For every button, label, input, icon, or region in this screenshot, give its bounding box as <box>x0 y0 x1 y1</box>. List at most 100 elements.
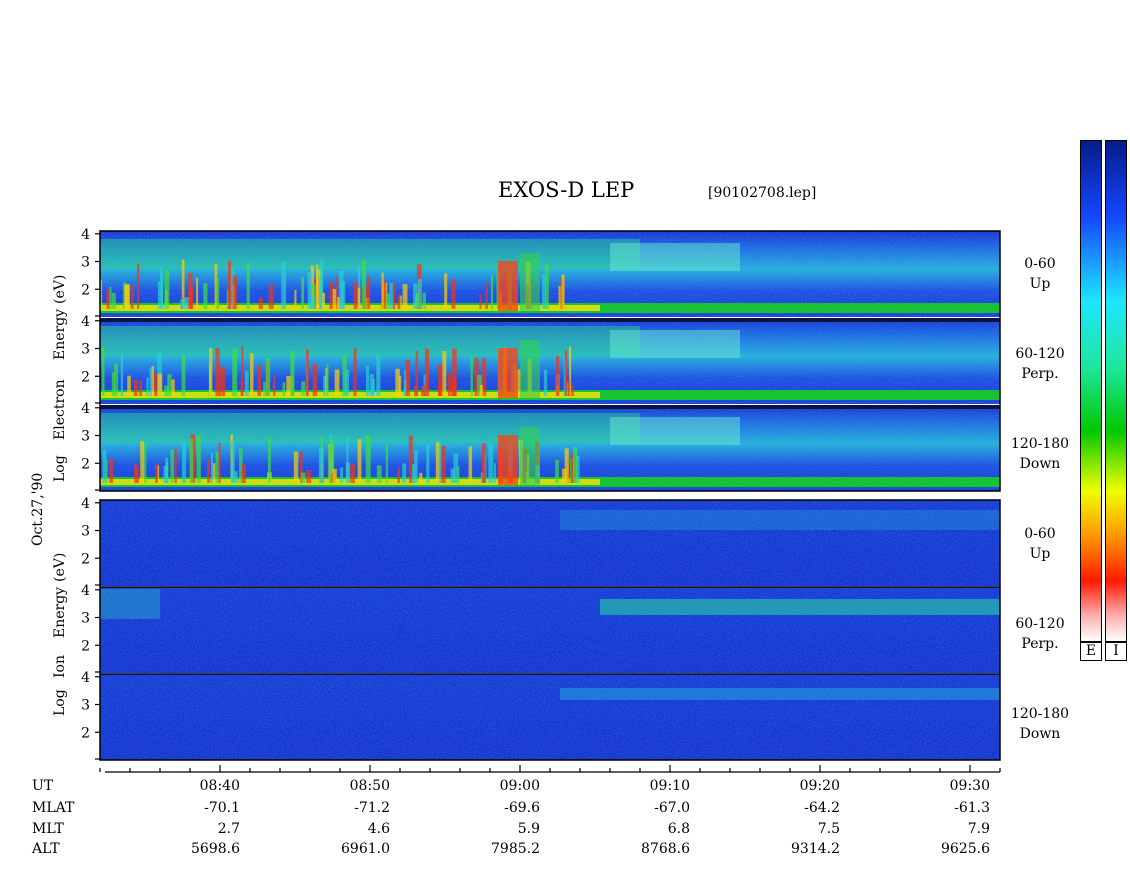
burst-streak <box>442 351 447 396</box>
burst-streak <box>164 270 170 309</box>
burst-0900-green <box>520 253 540 311</box>
burst-streak <box>416 292 419 309</box>
ion-ylabel-unit: (eV) <box>52 552 68 582</box>
row-value-mlat: -67.0 <box>654 800 690 816</box>
row-value-alt: 6961.0 <box>341 841 390 857</box>
burst-streak <box>426 444 430 483</box>
y-tick-label: 3 <box>81 342 90 358</box>
burst-streak <box>332 468 337 483</box>
burst-streak <box>326 364 329 396</box>
row-value-alt: 9625.6 <box>941 841 990 857</box>
electron-ylabel-energy: Energy <box>52 308 68 360</box>
burst-streak <box>210 452 214 483</box>
burst-streak <box>101 346 105 396</box>
colorbar-label-i: I <box>1105 642 1127 661</box>
burst-streak <box>163 465 169 483</box>
burst-streak <box>265 357 271 396</box>
panel-dark-edge <box>100 405 1000 409</box>
burst-streak <box>174 449 177 483</box>
burst-streak <box>140 440 145 483</box>
burst-streak <box>282 382 286 396</box>
burst-streak <box>170 449 175 483</box>
ion-panel-1 <box>100 500 1000 586</box>
burst-streak <box>424 348 430 396</box>
row-label-mlat: MLAT <box>32 800 75 816</box>
burst-streak <box>188 272 193 309</box>
burst-streak <box>556 355 560 396</box>
burst-streak <box>371 378 375 396</box>
y-tick-label: 4 <box>81 314 90 330</box>
burst-streak <box>353 282 359 309</box>
row-value-ut: 08:40 <box>199 778 240 794</box>
burst-streak <box>421 385 426 396</box>
row-value-mlt: 5.9 <box>517 821 540 837</box>
burst-streak <box>345 462 350 483</box>
burst-streak <box>149 367 152 396</box>
burst-streak <box>414 450 418 483</box>
row-label-alt: ALT <box>32 841 60 857</box>
y-tick-label: 4 <box>81 401 90 417</box>
burst-0900-green <box>520 340 540 398</box>
burst-streak <box>244 370 249 396</box>
burst-streak <box>344 369 350 396</box>
y-tick-label: 4 <box>81 670 90 686</box>
burst-streak <box>376 465 382 483</box>
burst-streak <box>124 284 130 309</box>
burst-streak <box>196 435 201 483</box>
burst-streak <box>376 355 381 396</box>
ion-band-left <box>100 589 160 619</box>
burst-streak <box>154 372 158 396</box>
panel-dark-edge <box>100 318 1000 322</box>
ion-panel1-pitch: 0-60 Up <box>1024 526 1056 562</box>
electron-panel-3 <box>100 405 1000 491</box>
burst-streak <box>457 466 460 483</box>
burst-streak <box>139 380 143 396</box>
row-value-mlt: 7.9 <box>967 821 990 837</box>
burst-streak <box>109 459 113 483</box>
burst-streak <box>350 464 355 483</box>
burst-streak <box>367 276 371 309</box>
burst-streak <box>405 359 411 396</box>
burst-streak <box>479 385 483 396</box>
electron-ylabel-electron: Electron <box>52 379 68 440</box>
y-tick-label: 4 <box>81 583 90 599</box>
electron-colorbar <box>1080 140 1102 642</box>
burst-streak <box>219 366 222 396</box>
burst-streak <box>151 366 155 396</box>
y-tick-label: 2 <box>81 282 90 298</box>
burst-streak <box>415 351 419 396</box>
burst-streak <box>485 282 488 309</box>
burst-streak <box>322 292 326 309</box>
burst-streak <box>438 364 443 396</box>
ion-band <box>600 599 1000 615</box>
row-value-mlt: 4.6 <box>367 821 390 837</box>
burst-streak <box>332 288 337 309</box>
row-value-mlat: -70.1 <box>204 800 240 816</box>
row-value-ut: 08:50 <box>349 778 390 794</box>
burst-streak <box>419 472 423 483</box>
burst-streak <box>357 439 362 483</box>
burst-streak <box>215 348 220 396</box>
burst-streak <box>216 278 220 309</box>
burst-streak <box>207 458 211 483</box>
burst-streak <box>381 272 384 309</box>
burst-streak <box>447 373 452 396</box>
burst-streak <box>402 284 408 309</box>
burst-streak <box>228 260 232 309</box>
burst-streak <box>541 274 546 309</box>
burst-0900 <box>498 261 518 311</box>
burst-streak <box>157 373 163 396</box>
row-value-mlat: -69.6 <box>504 800 540 816</box>
burst-streak <box>451 279 456 309</box>
ion-panel3-pitch: 120-180 Down <box>1010 706 1070 742</box>
burst-streak <box>422 292 427 309</box>
burst-streak <box>361 259 367 309</box>
electron-ylabel-unit: (eV) <box>52 274 68 304</box>
burst-streak <box>258 297 263 309</box>
burst-streak <box>105 459 108 483</box>
burst-streak <box>398 375 402 396</box>
burst-streak <box>106 289 110 309</box>
burst-streak <box>340 467 343 483</box>
burst-streak <box>444 273 448 309</box>
spectrogram-figure: 4 3 2 4 3 2 4 3 2 4 3 2 4 3 2 4 3 2 <box>81 227 1001 773</box>
